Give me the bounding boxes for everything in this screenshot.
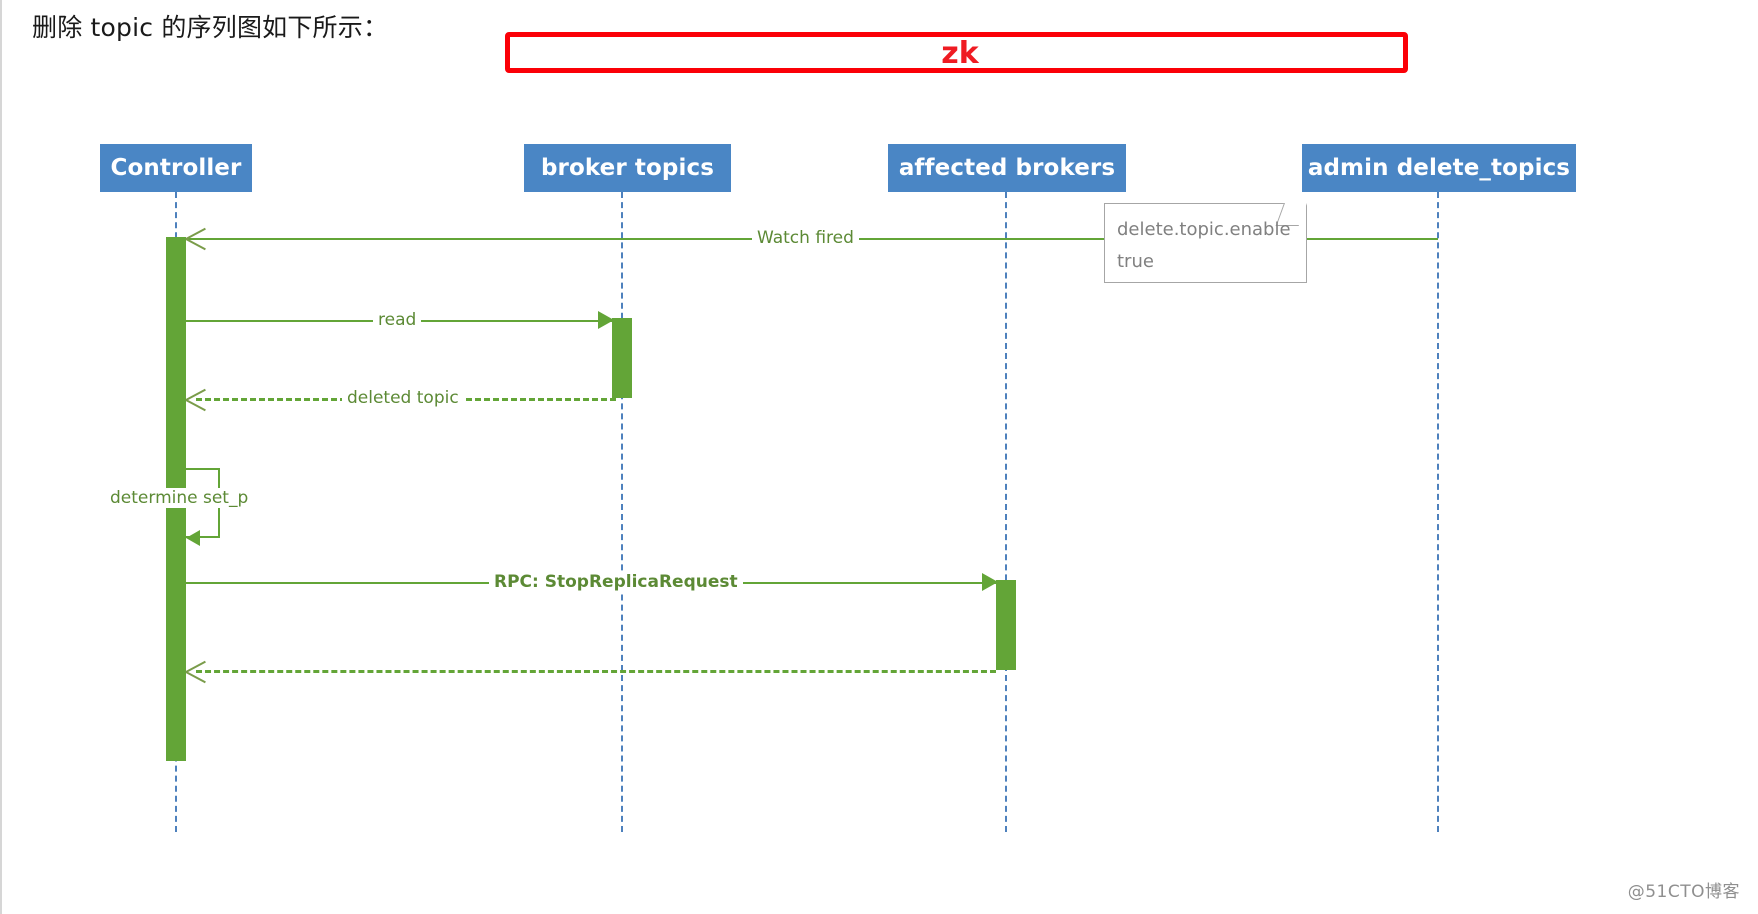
message-label-deleted-topic: deleted topic xyxy=(342,388,464,408)
participant-label: affected brokers xyxy=(898,155,1116,181)
message-label-determine-set-p: determine set_p xyxy=(105,488,254,508)
arrowhead-watch-fired xyxy=(186,227,208,249)
lifeline-broker-topics xyxy=(621,192,623,832)
arrowhead-stop-replica-request xyxy=(982,573,998,591)
participant-label: Controller xyxy=(110,155,242,181)
page-left-edge xyxy=(0,0,2,914)
message-label-read: read xyxy=(373,310,422,330)
arrowhead-stop-replica-response xyxy=(186,660,208,682)
participant-header-controller[interactable]: Controller xyxy=(100,144,252,192)
participant-label: admin delete_topics xyxy=(1307,155,1571,181)
message-label-watch-fired: Watch fired xyxy=(752,228,859,248)
participant-header-broker-topics[interactable]: broker topics xyxy=(524,144,731,192)
arrowhead-deleted-topic xyxy=(186,388,208,410)
zk-label: zk xyxy=(941,36,979,71)
message-label-stop-replica-request: RPC: StopReplicaRequest xyxy=(489,572,743,592)
note-line-1: delete.topic.enable xyxy=(1117,219,1291,240)
participant-header-admin-delete-topics[interactable]: admin delete_topics xyxy=(1302,144,1576,192)
arrowhead-read xyxy=(598,311,614,329)
participant-label: broker topics xyxy=(540,155,714,181)
participant-header-affected-brokers[interactable]: affected brokers xyxy=(888,144,1126,192)
arrowhead-determine-set-p xyxy=(186,530,200,546)
watermark: @51CTO博客 xyxy=(1627,882,1740,902)
page-title: 删除 topic 的序列图如下所示： xyxy=(32,13,389,42)
lifeline-affected-brokers xyxy=(1005,192,1007,832)
lifeline-admin-delete-topics xyxy=(1437,192,1439,832)
note-line-2: true xyxy=(1117,251,1154,272)
activation-broker-topics xyxy=(612,318,632,398)
message-line-stop-replica-response xyxy=(196,670,996,673)
note-delete-topic-enable: delete.topic.enable true xyxy=(1104,203,1307,283)
activation-affected-brokers xyxy=(996,580,1016,670)
